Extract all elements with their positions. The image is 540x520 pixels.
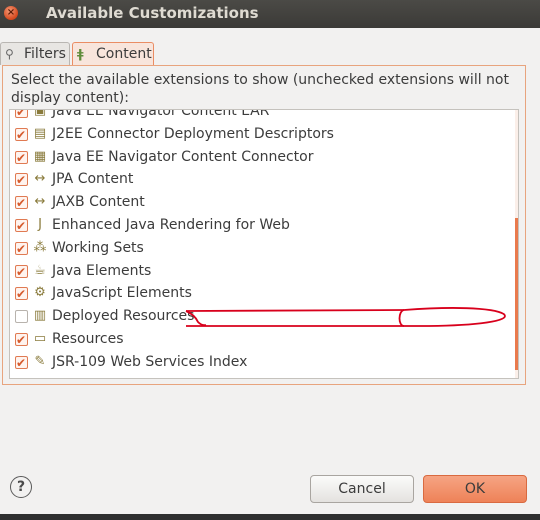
list-item[interactable]: ☕ Java Elements: [10, 260, 510, 283]
jaxb-icon: ↔: [34, 194, 46, 210]
javascript-elements-icon: ⚙: [34, 285, 46, 301]
content-icon: ǂ: [77, 47, 84, 61]
list-item[interactable]: ⚙ JavaScript Elements: [10, 282, 510, 305]
tab-filters[interactable]: ⚲ Filters: [0, 42, 70, 65]
list-item[interactable]: ↔ JAXB Content: [10, 191, 510, 214]
item-checkbox[interactable]: [15, 215, 28, 237]
item-checkbox[interactable]: [15, 329, 28, 351]
item-checkbox[interactable]: [15, 124, 28, 146]
item-checkbox[interactable]: [15, 283, 28, 305]
tab-content[interactable]: ǂ Content: [72, 42, 154, 65]
folder-icon: ▭: [33, 331, 47, 346]
content-panel: Select the available extensions to show …: [2, 65, 526, 385]
list-item[interactable]: ▤ J2EE Connector Deployment Descriptors: [10, 123, 510, 146]
java-elements-icon: ☕: [34, 262, 46, 278]
item-checkbox[interactable]: [15, 192, 28, 214]
list-item[interactable]: ▦ Java EE Navigator Content Connector: [10, 146, 510, 169]
item-label: Java EE Navigator Content EAR: [52, 109, 270, 119]
item-checkbox[interactable]: [15, 310, 28, 324]
list-item[interactable]: ⁂ Working Sets: [10, 237, 510, 260]
window-title: Available Customizations: [46, 4, 259, 22]
item-label: JAXB Content: [52, 194, 145, 211]
tab-content-label: Content: [96, 46, 152, 62]
extensions-list[interactable]: ▣ Java EE Navigator Content EAR ▤ J2EE Conn…: [9, 109, 519, 379]
item-checkbox[interactable]: [15, 352, 28, 374]
item-checkbox[interactable]: [15, 169, 28, 191]
filter-icon: ⚲: [5, 47, 14, 61]
tab-filters-label: Filters: [24, 46, 66, 62]
web-services-icon: ✎: [34, 353, 46, 369]
ok-button[interactable]: OK: [423, 475, 527, 503]
working-sets-icon: ⁂: [33, 239, 47, 255]
scrollbar-thumb[interactable]: [515, 218, 518, 370]
item-checkbox[interactable]: [15, 238, 28, 260]
list-item[interactable]: ▥ Deployed Resources: [10, 305, 510, 327]
close-icon[interactable]: ×: [4, 6, 18, 20]
cancel-button[interactable]: Cancel: [310, 475, 414, 503]
jpa-icon: ↔: [34, 171, 46, 187]
item-label: J2EE Connector Deployment Descriptors: [52, 125, 334, 142]
list-item[interactable]: ▣ Java EE Navigator Content EAR: [10, 109, 510, 123]
list-item[interactable]: ✎ JSR-109 Web Services Index: [10, 351, 510, 374]
item-checkbox[interactable]: [15, 261, 28, 283]
item-label: Java Elements: [52, 262, 152, 279]
list-item[interactable]: ▭ Resources: [10, 328, 510, 351]
item-checkbox[interactable]: [15, 110, 28, 123]
list-item[interactable]: ↔ JPA Content: [10, 168, 510, 191]
item-label: Enhanced Java Rendering for Web: [52, 217, 290, 233]
item-label: Working Sets: [52, 239, 144, 256]
item-label: Resources: [52, 331, 124, 347]
item-label: JPA Content: [52, 171, 134, 188]
item-label: JSR-109 Web Services Index: [52, 353, 248, 370]
list-item[interactable]: J Enhanced Java Rendering for Web: [10, 214, 510, 237]
item-label: Java EE Navigator Content Connector: [52, 148, 314, 165]
navigator-icon: ▦: [33, 148, 47, 164]
help-icon[interactable]: ?: [10, 476, 32, 498]
description-text: Select the available extensions to show …: [11, 72, 509, 106]
item-label: Deployed Resources: [52, 308, 195, 325]
item-checkbox[interactable]: [15, 147, 28, 169]
connector-icon: ▤: [33, 125, 47, 141]
ear-icon: ▣: [33, 109, 47, 118]
item-label: JavaScript Elements: [52, 285, 192, 302]
background-strip: [0, 514, 540, 520]
java-file-icon: J: [38, 217, 42, 232]
title-bar: × Available Customizations: [0, 0, 540, 28]
deployed-resources-icon: ▥: [33, 308, 47, 324]
